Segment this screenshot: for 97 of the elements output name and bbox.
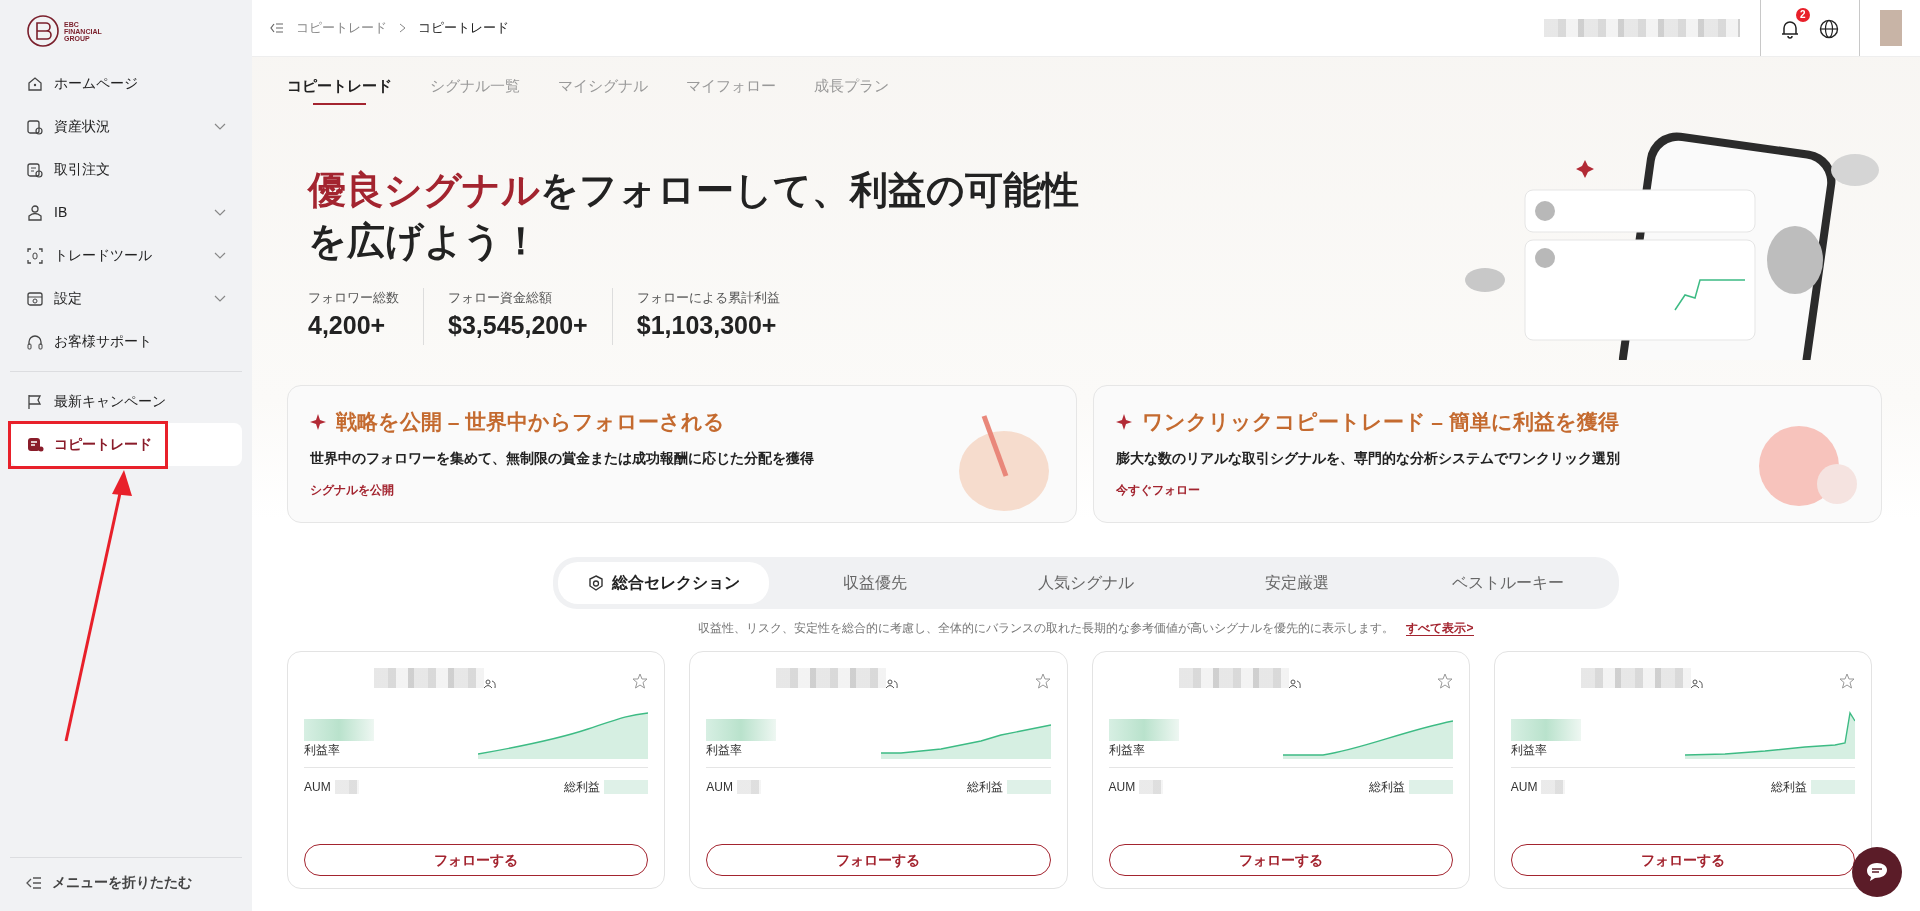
chat-button[interactable]: [1852, 847, 1902, 897]
sidebar-item-label: 最新キャンペーン: [54, 392, 167, 411]
followers-icon: [1288, 678, 1301, 689]
copy-trade-icon: [26, 435, 44, 454]
sidebar-item-label: ホームページ: [54, 74, 139, 93]
follow-button[interactable]: フォローする: [304, 844, 649, 876]
redacted-profit-value: [1811, 780, 1855, 794]
redacted-aum-value: [1541, 780, 1566, 794]
redacted-rate-value: [304, 719, 374, 741]
sidebar-item-label: コピートレード: [54, 435, 153, 454]
follow-button[interactable]: フォローする: [1510, 844, 1855, 876]
sidebar-item[interactable]: お客様サポート: [10, 320, 242, 363]
total-profit-label: 総利益: [966, 779, 1003, 796]
feature-description: 世界中のフォロワーを集めて、無制限の賞金または成功報酬に応じた分配を獲得: [310, 448, 814, 468]
collapse-menu-button[interactable]: メニューを折りたたむ: [10, 857, 242, 911]
chevron-right-icon: [399, 23, 406, 33]
chevron-down-icon: [214, 122, 226, 131]
redacted-rate-value: [1510, 719, 1581, 741]
selection-description: 収益性、リスク、安定性を総合的に考慮し、全体的にバランスの取れた長期的な参考価値が高いシグナルを優先的に表示します。: [698, 621, 1395, 635]
show-all-link[interactable]: すべて表示>: [1406, 621, 1474, 636]
profit-rate-label: 利益率: [304, 742, 341, 759]
followers-icon: [484, 678, 496, 689]
sidebar-item[interactable]: ホームページ: [10, 62, 242, 105]
redacted-rate-value: [1108, 719, 1179, 741]
sidebar-item[interactable]: 取引注文: [10, 148, 242, 191]
settings-icon: [26, 289, 44, 308]
chevron-down-icon: [214, 294, 226, 303]
stat-label: フォローによる累計利益: [636, 288, 780, 307]
scan-icon: [26, 246, 44, 265]
profit-rate-label: 利益率: [1510, 742, 1548, 759]
redacted-profit-value: [604, 780, 649, 794]
stat-value: $3,545,200+: [448, 310, 588, 342]
flag-icon: [26, 392, 44, 411]
follow-button[interactable]: フォローする: [706, 844, 1051, 876]
profit-rate-label: 利益率: [706, 742, 744, 759]
sidebar-item[interactable]: 設定: [10, 277, 242, 320]
aum-label: AUM: [304, 779, 331, 796]
total-profit-label: 総利益: [564, 779, 601, 796]
sidebar-item-label: 取引注文: [54, 160, 111, 179]
sidebar-item[interactable]: IB: [10, 191, 242, 234]
redacted-profit-value: [1408, 780, 1453, 794]
selection-tab[interactable]: 人気シグナル: [980, 562, 1192, 604]
sidebar-item[interactable]: トレードツール: [10, 234, 242, 277]
feature-link[interactable]: シグナルを公開: [310, 482, 394, 497]
logo-icon: [26, 14, 60, 48]
sidebar-item-label: トレードツール: [54, 246, 153, 265]
sparkle-icon: [1115, 413, 1132, 430]
globe-icon: [1819, 18, 1839, 39]
selection-tab[interactable]: 安定厳選: [1191, 562, 1403, 604]
selection-tab[interactable]: 総合セレクション: [558, 562, 770, 604]
bell-icon: [1781, 18, 1799, 39]
redacted-aum-value: [736, 780, 761, 794]
sidebar-item[interactable]: 資産状況: [10, 105, 242, 148]
redacted-aum-value: [334, 780, 359, 794]
breadcrumb-item[interactable]: コピートレード: [296, 18, 387, 38]
headset-icon: [26, 332, 44, 351]
shield-icon: [587, 575, 604, 591]
sidebar-item[interactable]: 最新キャンペーン: [10, 380, 242, 423]
redacted-profit-value: [1006, 780, 1051, 794]
wallet-icon: [26, 117, 44, 136]
sidebar-item-label: 設定: [54, 289, 83, 308]
total-profit-label: 総利益: [1368, 779, 1405, 796]
notification-count: 2: [1796, 8, 1810, 22]
aum-label: AUM: [1108, 779, 1136, 796]
sidebar-item-label: IB: [54, 203, 69, 222]
document-icon: [26, 160, 44, 179]
feature-description: 膨大な数のリアルな取引シグナルを、専門的な分析システムでワンクリック選別: [1115, 448, 1620, 468]
stat-value: $1,103,300+: [636, 310, 778, 342]
follow-button[interactable]: フォローする: [1108, 844, 1453, 876]
stat-label: フォロワー総数: [308, 288, 399, 307]
sidebar-item-label: お客様サポート: [54, 332, 153, 351]
stat-label: フォロー資金総額: [448, 288, 553, 307]
selection-tab[interactable]: 収益優先: [769, 562, 981, 604]
sparkle-icon: [310, 413, 326, 430]
collapse-icon: [26, 875, 42, 890]
breadcrumb-item: コピートレード: [418, 19, 509, 38]
chevron-down-icon: [214, 251, 226, 260]
feature-link[interactable]: 今すぐフォロー: [1115, 482, 1200, 497]
page-tab[interactable]: コピートレード: [287, 75, 392, 105]
followers-icon: [1690, 678, 1703, 689]
hero-title: 優良シグナルをフォローして、利益の可能性を広げよう！: [308, 168, 1080, 265]
aum-label: AUM: [706, 779, 733, 796]
redacted-rate-value: [706, 719, 777, 741]
collapse-icon: [270, 22, 284, 34]
aum-label: AUM: [1510, 779, 1538, 796]
redacted-aum-value: [1139, 780, 1164, 794]
chat-icon: [1865, 861, 1889, 883]
feature-title: 戦略を公開 – 世界中からフォローされる: [336, 409, 726, 435]
person-icon: [26, 203, 44, 222]
stat-value: 4,200+: [308, 310, 387, 342]
profit-rate-label: 利益率: [1108, 742, 1146, 759]
chevron-down-icon: [214, 208, 226, 217]
feature-title: ワンクリックコピートレード – 簡単に利益を獲得: [1141, 409, 1619, 435]
selection-tab[interactable]: ベストルーキー: [1402, 562, 1614, 604]
total-profit-label: 総利益: [1771, 779, 1807, 796]
followers-icon: [886, 678, 899, 689]
sidebar-item-label: 資産状況: [54, 117, 111, 136]
